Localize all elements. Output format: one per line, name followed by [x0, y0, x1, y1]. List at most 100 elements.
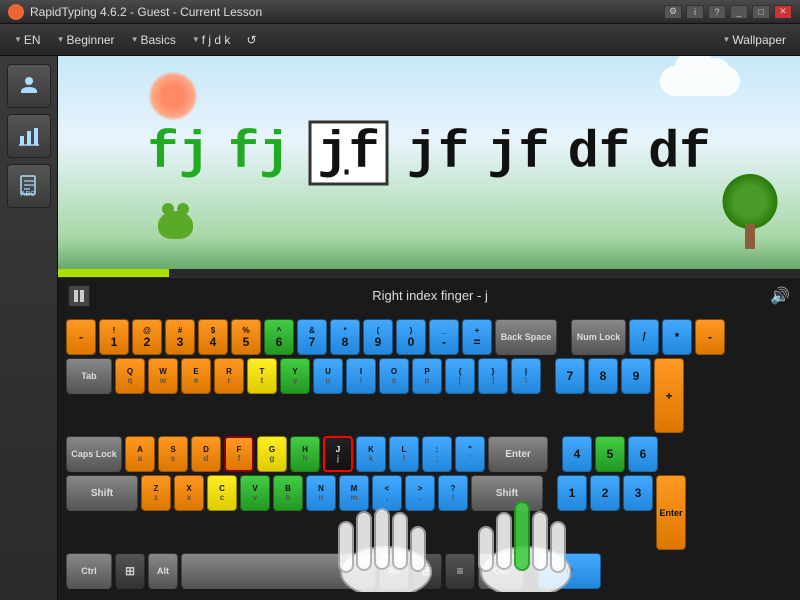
key-space[interactable] — [181, 553, 376, 589]
key-d[interactable]: Dd — [191, 436, 221, 472]
key-shift-left[interactable]: Shift — [66, 475, 138, 511]
key-backspace[interactable]: Back Space — [495, 319, 557, 355]
key-num-4[interactable]: 4 — [562, 436, 592, 472]
key-num-1[interactable]: 1 — [557, 475, 587, 511]
key-u[interactable]: Uu — [313, 358, 343, 394]
level-selector[interactable]: ▼ Beginner — [51, 31, 121, 49]
key-t[interactable]: Tt — [247, 358, 277, 394]
close-button[interactable]: ✕ — [774, 5, 792, 19]
key-3[interactable]: #3 — [165, 319, 195, 355]
key-i[interactable]: Ii — [346, 358, 376, 394]
key-r[interactable]: Rr — [214, 358, 244, 394]
pause-button[interactable] — [68, 285, 90, 307]
key-ctrl-right[interactable]: Ctrl — [478, 553, 524, 589]
key-a[interactable]: Aa — [125, 436, 155, 472]
control-bar: Right index finger - j 🔊 — [58, 277, 800, 313]
key-num-plus[interactable]: + — [654, 358, 684, 433]
key-shift-right[interactable]: Shift — [471, 475, 543, 511]
key-rbracket[interactable]: }] — [478, 358, 508, 394]
key-num-8[interactable]: 8 — [588, 358, 618, 394]
key-num-div[interactable]: / — [629, 319, 659, 355]
help-icon[interactable]: ? — [708, 5, 726, 19]
tree-decoration — [720, 179, 780, 249]
key-q[interactable]: Qq — [115, 358, 145, 394]
key-e[interactable]: Ee — [181, 358, 211, 394]
key-p[interactable]: Pp — [412, 358, 442, 394]
key-n[interactable]: Nn — [306, 475, 336, 511]
key-y[interactable]: Yy — [280, 358, 310, 394]
refresh-button[interactable]: ↺ — [240, 31, 262, 49]
key-8[interactable]: *8 — [330, 319, 360, 355]
key-num-minus[interactable]: - — [695, 319, 725, 355]
key-backslash[interactable]: |\ — [511, 358, 541, 394]
svg-text:ABC: ABC — [20, 191, 34, 198]
key-m[interactable]: Mm — [339, 475, 369, 511]
key-num-6[interactable]: 6 — [628, 436, 658, 472]
key-w[interactable]: Ww — [148, 358, 178, 394]
key-dash[interactable]: _- — [429, 319, 459, 355]
key-numlock[interactable]: Num Lock — [571, 319, 626, 355]
key-num-0[interactable]: 0 — [538, 553, 601, 589]
key-lbracket[interactable]: {[ — [445, 358, 475, 394]
language-selector[interactable]: ▼ EN — [8, 31, 47, 49]
key-equal[interactable]: += — [462, 319, 492, 355]
key-6[interactable]: ^6 — [264, 319, 294, 355]
key-quote[interactable]: "' — [455, 436, 485, 472]
key-win-left[interactable]: ⊞ — [115, 553, 145, 589]
key-h[interactable]: Hh — [290, 436, 320, 472]
key-x[interactable]: Xx — [174, 475, 204, 511]
key-tab[interactable]: Tab — [66, 358, 112, 394]
key-2[interactable]: @2 — [132, 319, 162, 355]
key-j[interactable]: Jj — [323, 436, 353, 472]
key-k[interactable]: Kk — [356, 436, 386, 472]
key-period[interactable]: >. — [405, 475, 435, 511]
key-win-right[interactable]: ⊞ — [412, 553, 442, 589]
key-slash[interactable]: ?/ — [438, 475, 468, 511]
key-1[interactable]: !1 — [99, 319, 129, 355]
wallpaper-selector[interactable]: ▼ Wallpaper — [717, 31, 793, 49]
key-num-2[interactable]: 2 — [590, 475, 620, 511]
lessons-mode-button[interactable]: ABC — [7, 164, 51, 208]
info-icon[interactable]: i — [686, 5, 704, 19]
key-capslock[interactable]: Caps Lock — [66, 436, 122, 472]
key-num-mul[interactable]: * — [662, 319, 692, 355]
key-l[interactable]: Ll — [389, 436, 419, 472]
key-alt-left[interactable]: Alt — [148, 553, 178, 589]
key-g[interactable]: Gg — [257, 436, 287, 472]
stats-mode-button[interactable] — [7, 114, 51, 158]
chars-selector[interactable]: ▼ f j d k — [186, 31, 237, 49]
key-9[interactable]: (9 — [363, 319, 393, 355]
key-v[interactable]: Vv — [240, 475, 270, 511]
minimize-button[interactable]: _ — [730, 5, 748, 19]
gear-icon[interactable]: ⚙ — [664, 5, 682, 19]
volume-icon[interactable]: 🔊 — [770, 286, 790, 306]
key-num-7[interactable]: 7 — [555, 358, 585, 394]
key-enter[interactable]: Enter — [488, 436, 548, 472]
key-semicolon[interactable]: :; — [422, 436, 452, 472]
key-comma[interactable]: <, — [372, 475, 402, 511]
key-z[interactable]: Zz — [141, 475, 171, 511]
key-alt-right[interactable]: Alt — [379, 553, 409, 589]
sidebar: ABC — [0, 56, 58, 600]
key-num-3[interactable]: 3 — [623, 475, 653, 511]
key-4[interactable]: $4 — [198, 319, 228, 355]
lesson-selector[interactable]: ▼ Basics — [125, 31, 182, 49]
key-num-9[interactable]: 9 — [621, 358, 651, 394]
maximize-button[interactable]: □ — [752, 5, 770, 19]
key-0[interactable]: )0 — [396, 319, 426, 355]
key-num-enter[interactable]: Enter — [656, 475, 686, 550]
key-7[interactable]: &7 — [297, 319, 327, 355]
key-o[interactable]: Oo — [379, 358, 409, 394]
window-controls[interactable]: ⚙ i ? _ □ ✕ — [664, 5, 792, 19]
key-f[interactable]: Ff — [224, 436, 254, 472]
person-mode-button[interactable] — [7, 64, 51, 108]
key-minus[interactable]: - — [66, 319, 96, 355]
key-s[interactable]: Ss — [158, 436, 188, 472]
key-num-5[interactable]: 5 — [595, 436, 625, 472]
key-5[interactable]: %5 — [231, 319, 261, 355]
key-ctrl-left[interactable]: Ctrl — [66, 553, 112, 589]
key-b[interactable]: Bb — [273, 475, 303, 511]
key-c[interactable]: Cc — [207, 475, 237, 511]
key-menu[interactable]: ≡ — [445, 553, 475, 589]
document-icon: ABC — [17, 174, 41, 198]
